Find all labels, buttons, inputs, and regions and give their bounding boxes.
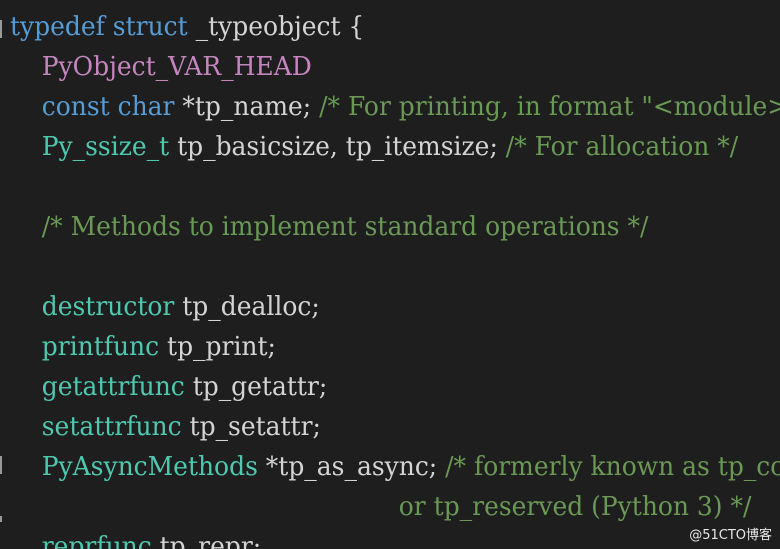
code-token-plain: tp_dealloc;	[174, 292, 320, 322]
code-token-keyword: struct	[112, 12, 188, 42]
code-token-plain: *tp_name;	[174, 92, 320, 122]
code-line[interactable]: const char *tp_name; /* For printing, in…	[10, 87, 780, 127]
code-token-keyword: const	[41, 92, 110, 122]
code-token-keyword: char	[117, 92, 175, 122]
code-token-plain: *tp_as_async;	[257, 452, 446, 482]
code-token-comment: or tp_reserved (Python 3) */	[398, 492, 752, 522]
code-token-plain: tp_repr;	[151, 532, 262, 549]
watermark: @51CTO博客	[689, 528, 772, 543]
code-token-keyword: typedef	[10, 12, 105, 42]
code-line[interactable]: destructor tp_dealloc;	[10, 287, 320, 327]
code-token-comment: /* For allocation */	[505, 132, 739, 162]
code-token-type: setattrfunc	[41, 412, 182, 442]
code-token-plain: tp_print;	[159, 332, 276, 362]
code-line[interactable]: PyObject_VAR_HEAD	[10, 47, 312, 87]
code-line[interactable]: /* Methods to implement standard operati…	[10, 207, 649, 247]
code-token-comment: /* Methods to implement standard operati…	[41, 212, 649, 242]
code-line[interactable]: Py_ssize_t tp_basicsize, tp_itemsize; /*…	[10, 127, 738, 167]
gutter-fold-marker[interactable]	[0, 20, 2, 38]
code-editor[interactable]: typedef struct _typeobject { PyObject_VA…	[0, 0, 780, 549]
gutter-fold-marker[interactable]	[0, 456, 2, 474]
code-line[interactable]: PyAsyncMethods *tp_as_async; /* formerly…	[10, 447, 780, 487]
code-token-type: PyAsyncMethods	[41, 452, 258, 482]
code-line[interactable]: setattrfunc tp_setattr;	[10, 407, 321, 447]
code-token-plain: tp_setattr;	[181, 412, 321, 442]
code-token-macro: PyObject_VAR_HEAD	[41, 52, 312, 82]
code-token-comment: /* For printing, in format "<module>.<na…	[319, 92, 780, 122]
code-token-type: reprfunc	[41, 532, 152, 549]
code-token-plain: _typeobject {	[187, 12, 365, 42]
code-token-plain: tp_getattr;	[184, 372, 328, 402]
code-token-type: getattrfunc	[41, 372, 185, 402]
gutter-fold-marker[interactable]	[0, 516, 2, 522]
code-line[interactable]: reprfunc tp_repr;	[10, 527, 261, 549]
code-token-plain: tp_basicsize, tp_itemsize;	[169, 132, 506, 162]
code-line[interactable]: typedef struct _typeobject {	[10, 7, 364, 47]
code-token-type: printfunc	[41, 332, 160, 362]
code-token-type: Py_ssize_t	[41, 132, 170, 162]
code-line[interactable]: or tp_reserved (Python 3) */	[10, 487, 752, 527]
code-token-comment: /* formerly known as tp_compare (Python …	[445, 452, 780, 482]
code-token-type: destructor	[41, 292, 175, 322]
code-line[interactable]: printfunc tp_print;	[10, 327, 276, 367]
code-line[interactable]: getattrfunc tp_getattr;	[10, 367, 328, 407]
